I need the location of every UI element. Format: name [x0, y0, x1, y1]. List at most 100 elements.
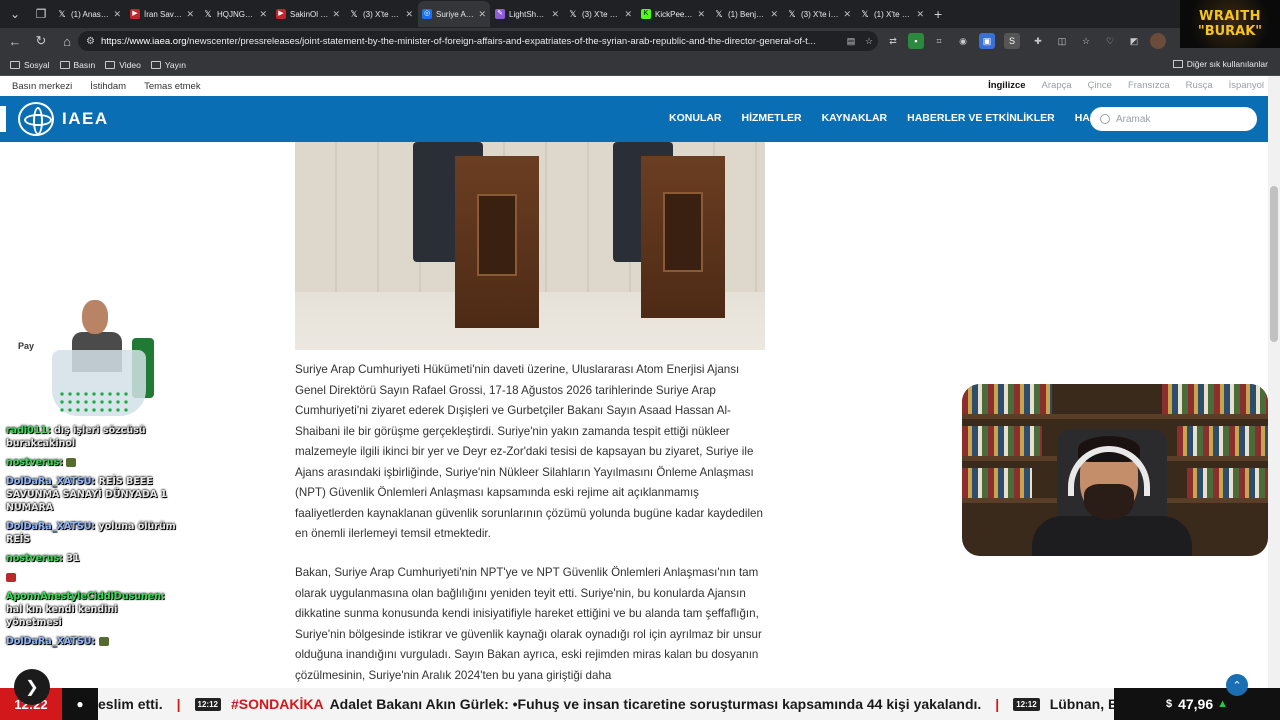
favorites-icon[interactable]: ☆: [1078, 33, 1094, 49]
bookmark-folder-video[interactable]: Video: [105, 60, 141, 70]
lang-chinese[interactable]: Çince: [1088, 80, 1112, 91]
bookmark-folder-sosyal[interactable]: Sosyal: [10, 60, 50, 70]
tab-close-icon[interactable]: ✕: [843, 9, 851, 20]
other-bookmarks[interactable]: Diğer sık kullanılanlar: [1172, 59, 1268, 69]
back-to-top-button[interactable]: ⌃: [1226, 674, 1248, 696]
tab-close-icon[interactable]: ✕: [113, 9, 121, 20]
extensions-puzzle-icon[interactable]: ✚: [1030, 33, 1046, 49]
nav-topics[interactable]: KONULAR: [669, 112, 722, 124]
tab-close-icon[interactable]: ✕: [697, 9, 705, 20]
browser-tab[interactable]: 𝕏 (3) X'te Hisse P✕: [345, 1, 417, 27]
article-paragraph-1: Suriye Arap Cumhuriyeti Hükümeti'nin dav…: [295, 363, 763, 540]
bookmark-folder-yayin[interactable]: Yayın: [150, 60, 186, 70]
link-contact[interactable]: Temas etmek: [144, 81, 201, 92]
extension-grid-icon[interactable]: ⌗: [931, 33, 947, 49]
address-bar[interactable]: ⚙ https://www.iaea.org/newscenter/pressr…: [78, 31, 878, 51]
x-logo-icon: 𝕏: [58, 9, 66, 19]
chat-message: nostverus: 31: [6, 552, 176, 565]
books-row: [962, 384, 1052, 414]
currency-value: 47,96: [1178, 696, 1214, 712]
profile-avatar-icon[interactable]: [1150, 33, 1166, 49]
reload-icon[interactable]: ↻: [30, 30, 52, 52]
nav-resources[interactable]: KAYNAKLAR: [822, 112, 888, 124]
extension-disc-icon[interactable]: ◉: [955, 33, 971, 49]
new-tab-button[interactable]: +: [934, 6, 942, 22]
chat-message: [6, 571, 176, 584]
tab-close-icon[interactable]: ✕: [405, 9, 413, 20]
iaea-logo[interactable]: IAEA: [18, 102, 109, 136]
collections-icon[interactable]: ♡: [1102, 33, 1118, 49]
nav-news-events[interactable]: HABERLER VE ETKİNLİKLER: [907, 112, 1055, 124]
browser-tab[interactable]: 𝕏 (1) Anasayfa / X✕: [53, 1, 125, 27]
chat-text: hal kın kendi kendini yönetmesi: [6, 604, 118, 628]
previous-arrow-button[interactable]: ❯: [14, 669, 50, 705]
browser-tab[interactable]: ▶ İran Savaşı Canlı✕: [126, 1, 198, 27]
extension-blue-icon[interactable]: ▣: [979, 33, 995, 49]
extension-green-icon[interactable]: ▪: [908, 33, 924, 49]
chat-username: DolDaRa_XATSU: [6, 521, 92, 532]
globe-icon: ◎: [422, 9, 432, 19]
x-logo-icon: 𝕏: [569, 9, 577, 19]
star-icon[interactable]: ☆: [861, 33, 877, 49]
share-label: Pay: [18, 341, 35, 351]
lang-french[interactable]: Fransızca: [1128, 80, 1170, 91]
ticker-separator: |: [176, 696, 181, 712]
chat-message: DolDaRa_XATSU:: [6, 635, 176, 648]
browser-tab[interactable]: 𝕏 (3) X'te Ussal✕: [564, 1, 636, 27]
screenshot-icon[interactable]: ◩: [1126, 33, 1142, 49]
tab-close-icon[interactable]: ✕: [332, 9, 340, 20]
tab-close-icon[interactable]: ✕: [770, 9, 778, 20]
page-scrollbar[interactable]: [1268, 76, 1280, 688]
folder-icon: [105, 60, 116, 69]
browser-tab[interactable]: K KickPeek - Real✕: [637, 1, 709, 27]
lang-english[interactable]: İngilizce: [988, 80, 1025, 91]
tab-close-icon[interactable]: ✕: [478, 9, 486, 20]
extension-s-icon[interactable]: S: [1004, 33, 1020, 49]
chat-message: nostverus:: [6, 456, 176, 469]
browser-tab[interactable]: ▶ SakinOl Haber✕: [272, 1, 344, 27]
folder-icon: [150, 60, 161, 69]
bookmark-folder-basin[interactable]: Basın: [59, 60, 95, 70]
chat-message: DolDaRa_XATSU: yoluna ölürüm REİS: [6, 520, 176, 546]
lang-spanish[interactable]: İspanyol: [1229, 80, 1264, 91]
back-arrow-icon[interactable]: ←: [4, 30, 26, 52]
link-employment[interactable]: İstihdam: [90, 81, 126, 92]
chat-username: DolDaRa_XATSU: [6, 476, 92, 487]
search-placeholder: Aramak: [1116, 113, 1151, 125]
search-input[interactable]: Aramak: [1090, 107, 1257, 131]
tab-title: (3) X'te Hisse P: [363, 9, 403, 19]
tab-close-icon[interactable]: ✕: [259, 9, 267, 20]
browser-tab[interactable]: 𝕏 HQJNGgXWk✕: [199, 1, 271, 27]
x-logo-icon: 𝕏: [788, 9, 796, 19]
feather-icon: ✎: [495, 9, 505, 19]
avatar-gems: [58, 390, 128, 412]
chat-username: nostverus: [6, 457, 60, 468]
translate-icon[interactable]: ⇄: [885, 33, 901, 49]
x-logo-icon: 𝕏: [204, 9, 212, 19]
split-view-icon[interactable]: ◫: [1054, 33, 1070, 49]
tab-title: (3) X'te Ussal: [582, 9, 621, 19]
currency-symbol: $: [1165, 698, 1173, 710]
site-info-icon[interactable]: ⚙: [86, 36, 95, 47]
lang-russian[interactable]: Rusça: [1186, 80, 1213, 91]
tab-search-chevron-icon[interactable]: ⌄: [4, 3, 26, 25]
tab-close-icon[interactable]: ✕: [186, 9, 194, 20]
nav-services[interactable]: HİZMETLER: [742, 112, 802, 124]
browser-tab[interactable]: 𝕏 (3) X'te ibrahim✕: [783, 1, 855, 27]
chat-message: AponnAnestyleCiddiDusunen: hal kın kendi…: [6, 590, 176, 629]
browser-tab[interactable]: 𝕏 (1) X'te ترامب✕: [856, 1, 928, 27]
link-press-center[interactable]: Basın merkezi: [12, 81, 72, 92]
browser-tab[interactable]: 𝕏 (1) Benjamin N✕: [710, 1, 782, 27]
tab-close-icon[interactable]: ✕: [551, 9, 559, 20]
browser-tab[interactable]: ◎ Suriye Arap Cum✕: [418, 1, 490, 27]
tab-close-icon[interactable]: ✕: [916, 9, 924, 20]
scrollbar-thumb[interactable]: [1270, 186, 1278, 342]
books-row: [962, 468, 1032, 498]
tab-close-icon[interactable]: ✕: [624, 9, 632, 20]
home-icon[interactable]: ⌂: [56, 30, 78, 52]
tab-groups-icon[interactable]: ❐: [30, 3, 52, 25]
browser-tab[interactable]: ✎ LightShot tarafı✕: [491, 1, 563, 27]
reader-icon[interactable]: ▤: [843, 33, 859, 49]
live-dot-icon: ●: [76, 697, 84, 711]
lang-arabic[interactable]: Arapça: [1042, 80, 1072, 91]
